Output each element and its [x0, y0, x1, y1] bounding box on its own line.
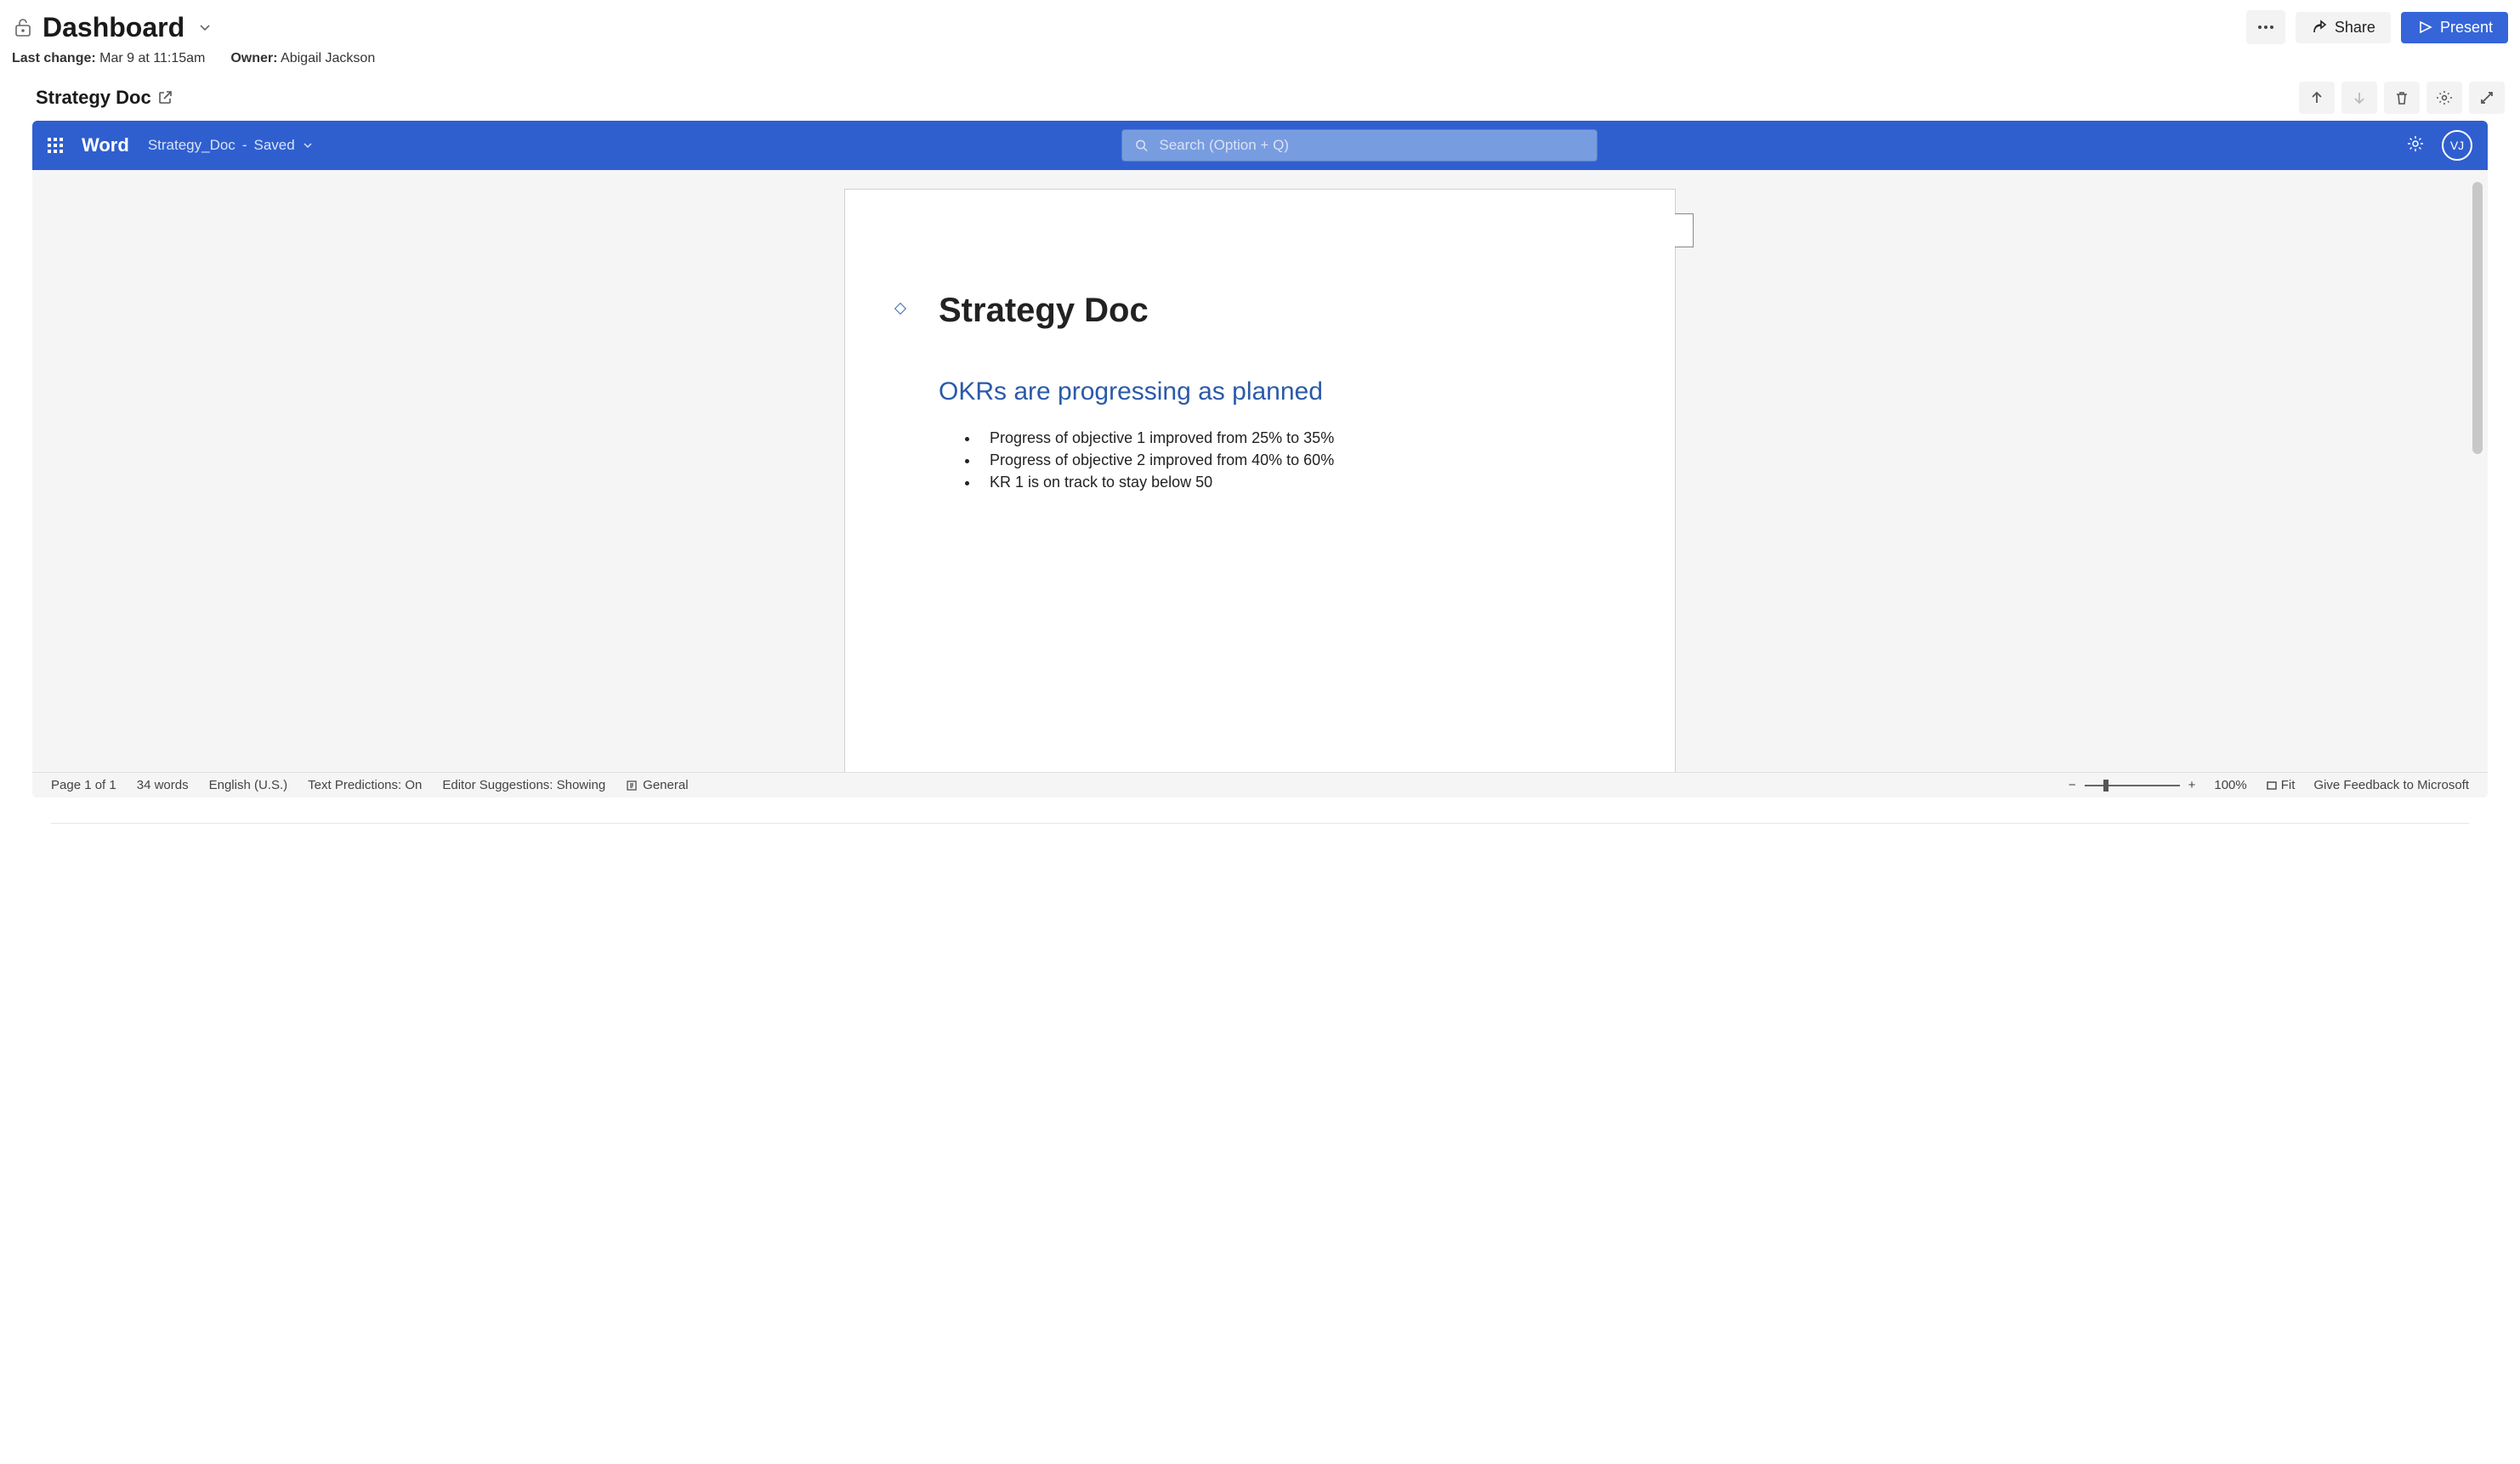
word-header-right: VJ [2406, 130, 2472, 161]
owner-label: Owner: [230, 51, 277, 65]
expand-button[interactable] [2469, 82, 2505, 114]
status-right: − + 100% Fit Give Feedback to Microsoft [2069, 778, 2469, 792]
list-item[interactable]: Progress of objective 1 improved from 25… [979, 427, 1581, 449]
fit-icon [2266, 780, 2278, 792]
feedback-link[interactable]: Give Feedback to Microsoft [2313, 778, 2469, 792]
chevron-down-icon [302, 139, 314, 151]
last-change-label: Last change: [12, 51, 96, 65]
word-statusbar: Page 1 of 1 34 words English (U.S.) Text… [32, 772, 2488, 797]
doc-heading-2[interactable]: OKRs are progressing as planned [939, 377, 1581, 406]
zoom-out-icon[interactable]: − [2069, 778, 2076, 792]
present-label: Present [2440, 19, 2493, 37]
search-icon [1134, 138, 1149, 153]
user-avatar[interactable]: VJ [2442, 130, 2472, 161]
status-page[interactable]: Page 1 of 1 [51, 778, 116, 792]
outline-marker-icon [894, 303, 906, 315]
status-words[interactable]: 34 words [137, 778, 189, 792]
separator: - [242, 137, 247, 154]
page-dogear [1675, 213, 1694, 247]
status-accessibility[interactable]: General [626, 778, 688, 792]
owner-value: Abigail Jackson [281, 51, 375, 65]
list-item[interactable]: Progress of objective 2 improved from 40… [979, 449, 1581, 471]
top-right: Share Present [2246, 10, 2508, 44]
section-title: Strategy Doc [36, 87, 151, 109]
word-header: Word Strategy_Doc - Saved VJ [32, 121, 2488, 170]
settings-button[interactable] [2426, 82, 2462, 114]
slider-track[interactable] [2085, 785, 2180, 786]
status-editor[interactable]: Editor Suggestions: Showing [442, 778, 605, 792]
doc-name: Strategy_Doc [148, 137, 236, 154]
present-button[interactable]: Present [2401, 12, 2508, 43]
fit-button[interactable]: Fit [2266, 778, 2296, 792]
zoom-value[interactable]: 100% [2214, 778, 2246, 792]
doc-heading-1[interactable]: Strategy Doc [939, 292, 1581, 330]
top-left: Dashboard [12, 12, 213, 43]
move-down-button[interactable] [2341, 82, 2377, 114]
slider-thumb[interactable] [2103, 780, 2109, 792]
last-change-value: Mar 9 at 11:15am [99, 51, 205, 65]
owner: Owner: Abigail Jackson [230, 51, 375, 66]
word-embed: Word Strategy_Doc - Saved VJ [32, 121, 2488, 797]
search-input[interactable] [1159, 137, 1585, 154]
doc-bullet-list[interactable]: Progress of objective 1 improved from 25… [939, 427, 1581, 493]
avatar-initials: VJ [2450, 139, 2464, 152]
meta-row: Last change: Mar 9 at 11:15am Owner: Abi… [0, 48, 2520, 78]
section-header: Strategy Doc [0, 78, 2520, 121]
save-state: Saved [253, 137, 294, 154]
section-title-wrap: Strategy Doc [36, 87, 173, 109]
share-label: Share [2335, 19, 2375, 37]
more-button[interactable] [2246, 10, 2285, 44]
bottom-divider [51, 823, 2469, 824]
doc-info[interactable]: Strategy_Doc - Saved [148, 137, 314, 154]
document-page[interactable]: Strategy Doc OKRs are progressing as pla… [844, 189, 1676, 784]
search-box[interactable] [1121, 129, 1598, 162]
word-settings-icon[interactable] [2406, 134, 2425, 157]
share-button[interactable]: Share [2296, 12, 2391, 43]
zoom-in-icon[interactable]: + [2188, 778, 2196, 792]
accessibility-icon [626, 780, 638, 792]
status-predictions[interactable]: Text Predictions: On [308, 778, 422, 792]
scrollbar[interactable] [2472, 182, 2483, 454]
list-item[interactable]: KR 1 is on track to stay below 50 [979, 471, 1581, 493]
delete-button[interactable] [2384, 82, 2420, 114]
section-actions [2299, 82, 2505, 114]
lock-icon [12, 16, 34, 38]
move-up-button[interactable] [2299, 82, 2335, 114]
status-language[interactable]: English (U.S.) [209, 778, 288, 792]
external-link-icon[interactable] [156, 89, 173, 106]
last-change: Last change: Mar 9 at 11:15am [12, 51, 205, 66]
top-bar: Dashboard Share Present [0, 0, 2520, 48]
chevron-down-icon[interactable] [196, 19, 213, 36]
dashboard-title[interactable]: Dashboard [43, 12, 184, 43]
doc-surface: Strategy Doc OKRs are progressing as pla… [32, 170, 2488, 797]
word-brand[interactable]: Word [82, 134, 129, 156]
app-launcher-icon[interactable] [48, 138, 63, 153]
zoom-slider[interactable]: − + [2069, 778, 2196, 792]
